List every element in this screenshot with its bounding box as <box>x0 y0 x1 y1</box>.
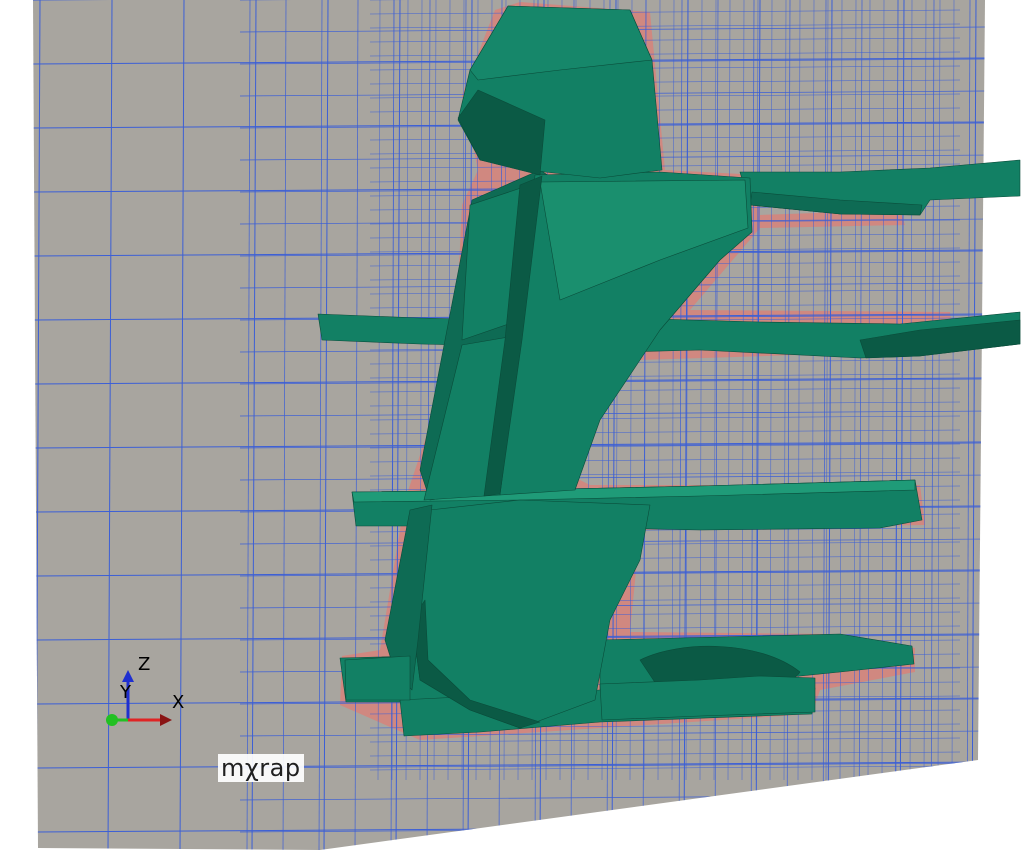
z-axis-label: Z <box>138 654 151 675</box>
rod-lower-front <box>344 655 411 701</box>
render-viewport[interactable]: Z Y X mχrap <box>0 0 1024 853</box>
rod-lower-front-2 <box>599 675 816 721</box>
x-axis-label: X <box>172 692 185 713</box>
3d-visualization[interactable] <box>0 0 1024 853</box>
watermark-logo: mχrap <box>218 754 304 782</box>
y-axis-label: Y <box>120 682 131 703</box>
